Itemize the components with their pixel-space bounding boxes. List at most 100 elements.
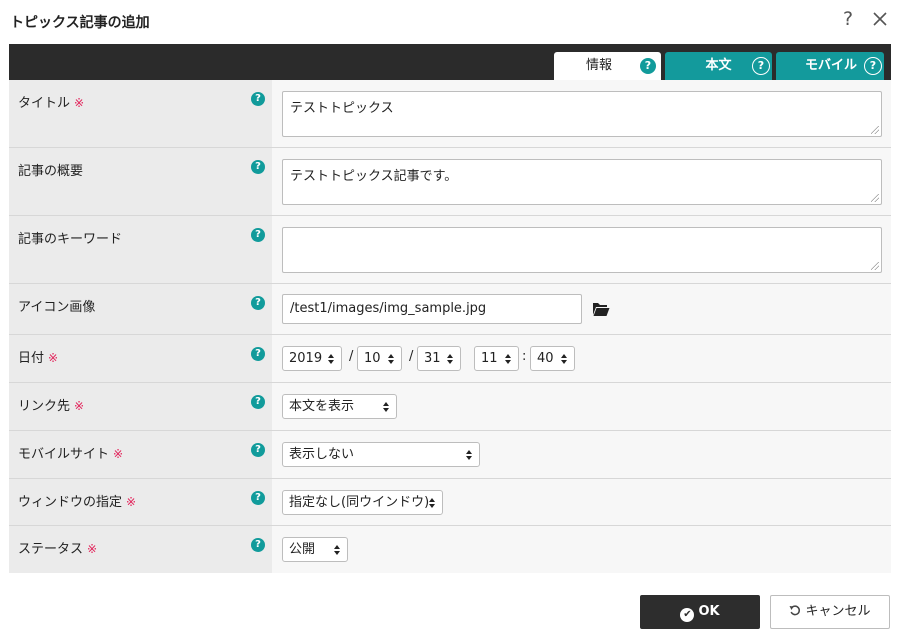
- required-mark: ※: [87, 542, 98, 556]
- label-cell: アイコン画像 ?: [9, 284, 272, 334]
- select-arrows-icon: [328, 354, 334, 364]
- help-icon[interactable]: ?: [251, 160, 265, 174]
- year-value: 2019: [289, 351, 323, 366]
- mobile-site-value: 表示しない: [289, 447, 355, 462]
- field-label: 日付 ※: [18, 347, 58, 366]
- cancel-button[interactable]: キャンセル: [770, 595, 890, 629]
- title-textarea[interactable]: テストトピックス: [282, 91, 882, 137]
- time-separator: :: [522, 349, 527, 364]
- help-icon[interactable]: ?: [843, 8, 853, 30]
- resize-handle[interactable]: [871, 194, 879, 202]
- label-cell: ウィンドウの指定 ※ ?: [9, 479, 272, 525]
- help-icon[interactable]: ?: [251, 538, 265, 552]
- tab-label: 情報: [585, 58, 612, 73]
- help-icon[interactable]: ?: [251, 443, 265, 457]
- date-separator: /: [349, 349, 354, 364]
- folder-open-icon[interactable]: [592, 301, 610, 317]
- select-arrows-icon: [505, 354, 511, 364]
- field-label-text: 日付: [18, 351, 45, 366]
- field-label-text: モバイルサイト: [18, 447, 110, 462]
- field-label: 記事のキーワード: [18, 232, 123, 247]
- required-mark: ※: [74, 96, 85, 110]
- icon-image-input[interactable]: /test1/images/img_sample.jpg: [282, 294, 582, 324]
- date-separator: /: [409, 349, 414, 364]
- title-value: テストトピックス: [290, 101, 394, 116]
- tab-mobile[interactable]: モバイル ?: [776, 52, 884, 80]
- minute-value: 40: [537, 351, 554, 366]
- minute-select[interactable]: 40: [530, 346, 575, 371]
- summary-textarea[interactable]: テストトピックス記事です。: [282, 159, 882, 205]
- value-cell: [272, 216, 891, 283]
- label-cell: リンク先 ※ ?: [9, 383, 272, 430]
- required-mark: ※: [74, 399, 85, 413]
- field-label: モバイルサイト ※: [18, 443, 123, 462]
- field-label: ステータス ※: [18, 538, 97, 557]
- select-arrows-icon: [383, 402, 389, 412]
- form-row-keywords: 記事のキーワード ?: [9, 216, 891, 284]
- topic-form: タイトル ※ ? テストトピックス 記事の概要 ? テストトピックス記事です。 記…: [9, 80, 891, 573]
- value-cell: 2019 / 10 / 31 11 : 40: [272, 335, 891, 382]
- tab-body[interactable]: 本文 ?: [665, 52, 772, 80]
- required-mark: ※: [48, 351, 59, 365]
- help-icon[interactable]: ?: [251, 228, 265, 242]
- select-arrows-icon: [466, 450, 472, 460]
- form-row-icon-image: アイコン画像 ? /test1/images/img_sample.jpg: [9, 284, 891, 335]
- form-row-mobile-site: モバイルサイト ※ ? 表示しない: [9, 431, 891, 479]
- help-icon[interactable]: ?: [251, 347, 265, 361]
- keywords-textarea[interactable]: [282, 227, 882, 273]
- resize-handle[interactable]: [871, 126, 879, 134]
- check-circle-icon: ✔: [680, 608, 695, 622]
- field-label-text: ウィンドウの指定: [18, 495, 123, 510]
- select-arrows-icon: [561, 354, 567, 364]
- status-value: 公開: [289, 542, 316, 557]
- value-cell: 公開: [272, 526, 891, 573]
- hour-value: 11: [481, 351, 498, 366]
- ok-label: OK: [698, 604, 720, 619]
- help-icon[interactable]: ?: [752, 57, 770, 75]
- help-icon[interactable]: ?: [251, 296, 265, 310]
- ok-button[interactable]: ✔ OK: [640, 595, 760, 629]
- day-value: 31: [424, 351, 441, 366]
- window-select[interactable]: 指定なし(同ウインドウ): [282, 490, 443, 515]
- label-cell: モバイルサイト ※ ?: [9, 431, 272, 478]
- label-cell: 日付 ※ ?: [9, 335, 272, 382]
- value-cell: テストトピックス記事です。: [272, 148, 891, 215]
- form-row-link: リンク先 ※ ? 本文を表示: [9, 383, 891, 431]
- tab-info[interactable]: 情報 ?: [554, 52, 661, 80]
- hour-select[interactable]: 11: [474, 346, 519, 371]
- select-arrows-icon: [334, 545, 340, 555]
- form-row-summary: 記事の概要 ? テストトピックス記事です。: [9, 148, 891, 216]
- field-label: タイトル ※: [18, 92, 84, 111]
- day-select[interactable]: 31: [417, 346, 461, 371]
- undo-icon: [789, 605, 801, 616]
- summary-value: テストトピックス記事です。: [290, 169, 458, 184]
- value-cell: 指定なし(同ウインドウ): [272, 479, 891, 525]
- value-cell: 本文を表示: [272, 383, 891, 430]
- form-row-window: ウィンドウの指定 ※ ? 指定なし(同ウインドウ): [9, 479, 891, 526]
- help-icon[interactable]: ?: [251, 395, 265, 409]
- resize-handle[interactable]: [871, 262, 879, 270]
- help-icon[interactable]: ?: [251, 92, 265, 106]
- month-select[interactable]: 10: [357, 346, 402, 371]
- required-mark: ※: [113, 447, 124, 461]
- tab-bar: 情報 ? 本文 ? モバイル ?: [9, 44, 891, 80]
- value-cell: テストトピックス: [272, 80, 891, 147]
- field-label: リンク先 ※: [18, 395, 84, 414]
- help-icon[interactable]: ?: [251, 491, 265, 505]
- field-label: ウィンドウの指定 ※: [18, 491, 136, 510]
- select-arrows-icon: [429, 498, 435, 508]
- form-row-date: 日付 ※ ? 2019 / 10 / 31 11 : 40: [9, 335, 891, 383]
- window-value: 指定なし(同ウインドウ): [289, 495, 430, 510]
- help-icon[interactable]: ?: [864, 57, 882, 75]
- field-label: 記事の概要: [18, 164, 84, 179]
- link-select[interactable]: 本文を表示: [282, 394, 397, 419]
- dialog-title: トピックス記事の追加: [10, 15, 150, 31]
- close-icon[interactable]: [870, 9, 890, 29]
- help-icon[interactable]: ?: [640, 58, 656, 74]
- status-select[interactable]: 公開: [282, 537, 348, 562]
- label-cell: 記事の概要 ?: [9, 148, 272, 215]
- value-cell: /test1/images/img_sample.jpg: [272, 284, 891, 334]
- field-label-text: ステータス: [18, 542, 84, 557]
- mobile-site-select[interactable]: 表示しない: [282, 442, 480, 467]
- year-select[interactable]: 2019: [282, 346, 342, 371]
